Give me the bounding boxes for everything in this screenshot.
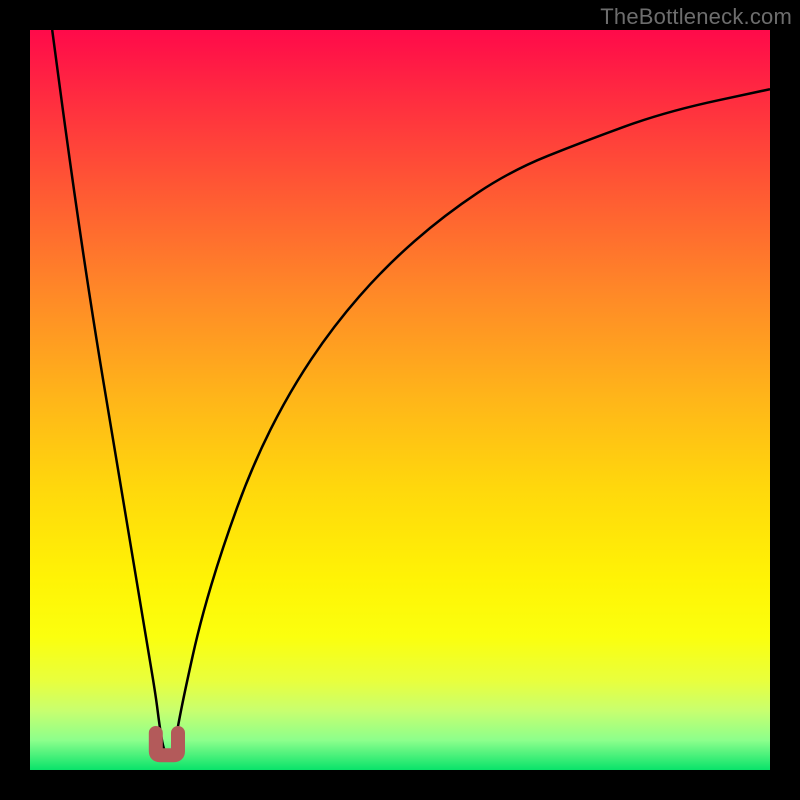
bottleneck-curve (30, 30, 770, 770)
plot-area (30, 30, 770, 770)
watermark-text: TheBottleneck.com (600, 4, 792, 30)
curve-line (52, 30, 770, 755)
outer-frame: TheBottleneck.com (0, 0, 800, 800)
notch-marker (156, 733, 178, 755)
